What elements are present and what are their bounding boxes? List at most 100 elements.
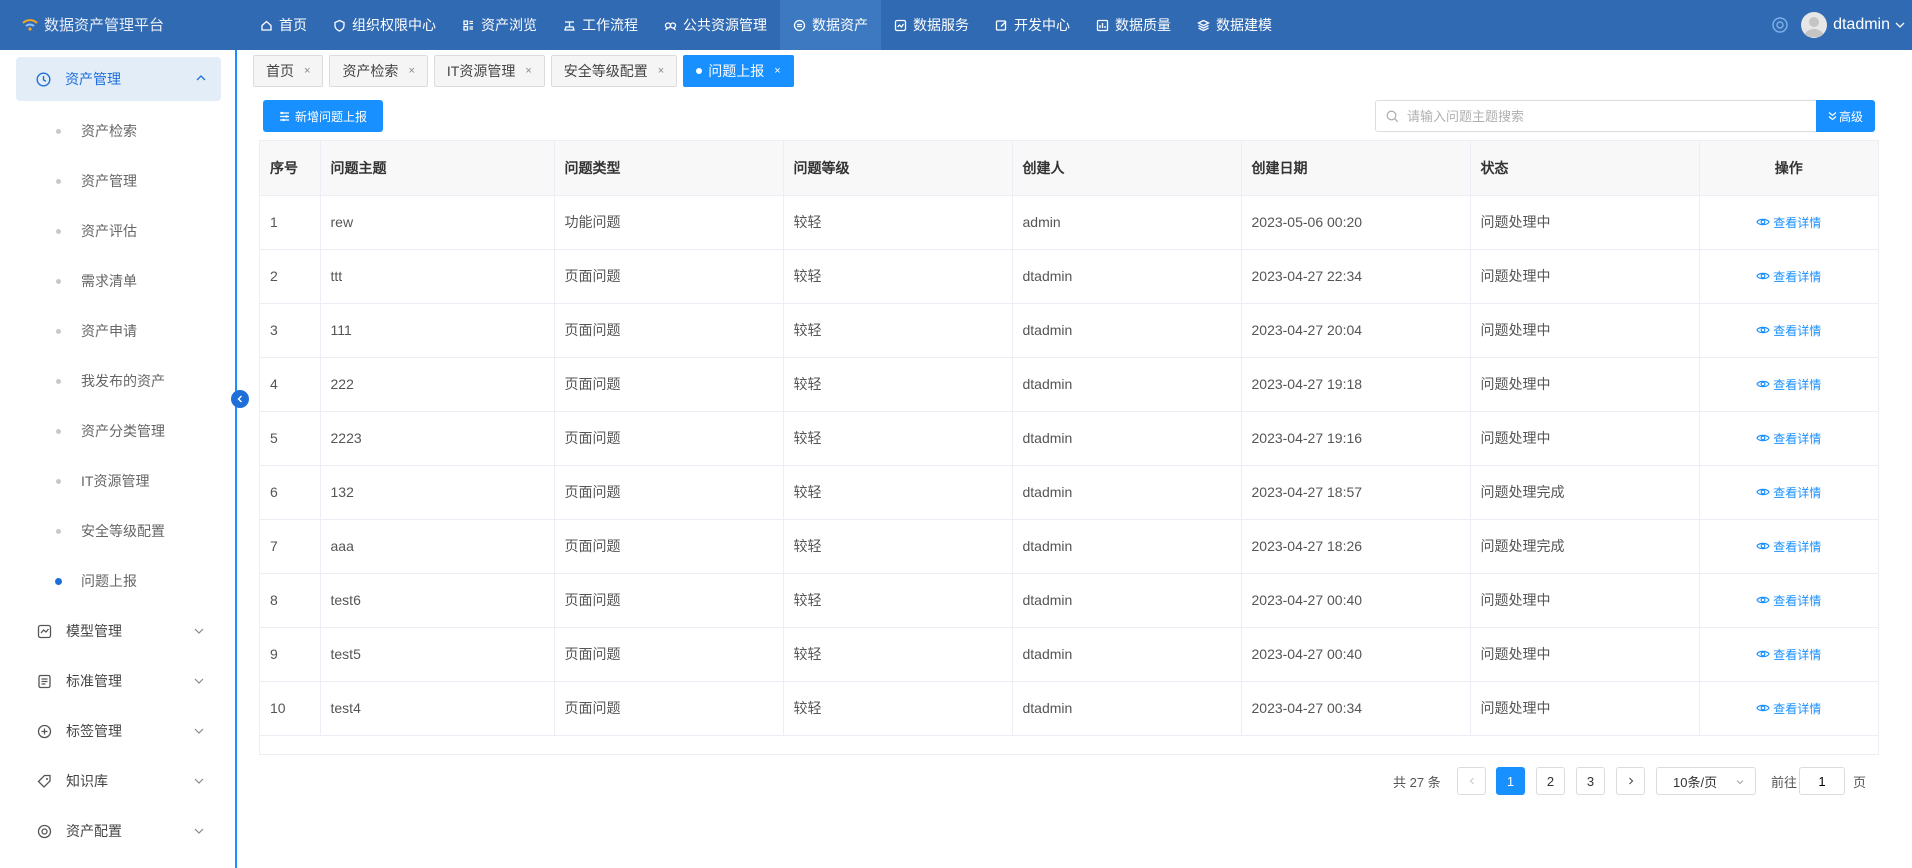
- sidebar-group-0[interactable]: 模型管理: [0, 609, 235, 653]
- page-size-select[interactable]: 10条/页: [1656, 767, 1756, 795]
- eye-icon: [1756, 272, 1770, 280]
- view-details-link[interactable]: 查看详情: [1756, 322, 1821, 339]
- view-details-link[interactable]: 查看详情: [1756, 430, 1821, 447]
- eye-icon: [1756, 488, 1770, 496]
- close-icon[interactable]: ×: [408, 65, 414, 77]
- column-header: 创建日期: [1241, 141, 1471, 196]
- tab-label: 问题上报: [708, 63, 765, 79]
- advanced-search-button[interactable]: 高级: [1816, 100, 1875, 132]
- tab-2[interactable]: IT资源管理 ×: [433, 55, 545, 87]
- table-cell: dtadmin: [1012, 411, 1242, 466]
- sidebar-group-1[interactable]: 标准管理: [0, 659, 235, 703]
- tab-3[interactable]: 安全等级配置 ×: [550, 55, 678, 87]
- view-details-link[interactable]: 查看详情: [1756, 700, 1821, 717]
- sidebar-sub-item-4[interactable]: 资产申请: [0, 309, 235, 353]
- sidebar-collapse-button[interactable]: [231, 390, 249, 408]
- close-icon[interactable]: ×: [525, 65, 531, 77]
- nav-item-1[interactable]: 组织权限中心: [320, 0, 449, 50]
- page-button-1[interactable]: 1: [1496, 767, 1525, 795]
- close-icon[interactable]: ×: [304, 65, 310, 77]
- username[interactable]: dtadmin: [1833, 16, 1890, 34]
- bullet-dot: [56, 378, 61, 384]
- table-cell: dtadmin: [1012, 465, 1242, 520]
- tab-0[interactable]: 首页 ×: [253, 55, 324, 87]
- action-cell: 查看详情: [1699, 249, 1878, 304]
- close-icon[interactable]: ×: [774, 65, 780, 77]
- page-button-2[interactable]: 2: [1536, 767, 1565, 795]
- nav-item-9[interactable]: 数据建模: [1184, 0, 1285, 50]
- table-row: 7 aaa 页面问题 较轻 dtadmin 2023-04-27 18:26 问题处理完成 查…: [260, 519, 1878, 574]
- sidebar-sub-item-9[interactable]: 问题上报: [0, 559, 235, 603]
- nav-item-0[interactable]: 首页: [247, 0, 320, 50]
- search-input[interactable]: [1407, 108, 1807, 124]
- table-cell: 2023-04-27 00:40: [1241, 573, 1471, 628]
- table-cell: 较轻: [783, 681, 1013, 736]
- sidebar-group-label: 知识库: [66, 773, 108, 789]
- sidebar-group-2[interactable]: 标签管理: [0, 709, 235, 753]
- view-details-link[interactable]: 查看详情: [1756, 268, 1821, 285]
- view-details-link[interactable]: 查看详情: [1756, 646, 1821, 663]
- view-details-link[interactable]: 查看详情: [1756, 592, 1821, 609]
- column-header: 创建人: [1012, 141, 1242, 196]
- goto-page-input[interactable]: [1799, 767, 1845, 795]
- issue-table: 序号 问题主题 问题类型 问题等级 创建人 创建日期 状态 操作 1 rew 功能问题 较轻 admi…: [259, 140, 1879, 755]
- eye-icon: [1756, 542, 1770, 550]
- action-cell: 查看详情: [1699, 411, 1878, 466]
- main-nav: 首页 组织权限中心 资产浏览 工作流程 公共资源管理 数据资产 数据服务 开发中心 数据质量 数据…: [247, 0, 1285, 50]
- chevron-down-icon[interactable]: [1894, 19, 1906, 31]
- table-row: 1 rew 功能问题 较轻 admin 2023-05-06 00:20 问题处理中 查看详情: [260, 195, 1878, 250]
- table-row: 4 222 页面问题 较轻 dtadmin 2023-04-27 19:18 问题处理中 查看…: [260, 357, 1878, 412]
- sidebar-sub-item-7[interactable]: IT资源管理: [0, 459, 235, 503]
- nav-item-7[interactable]: 开发中心: [982, 0, 1083, 50]
- prev-page-button[interactable]: [1457, 767, 1486, 795]
- table-cell: 问题处理中: [1470, 627, 1700, 682]
- nav-item-label: 组织权限中心: [352, 17, 436, 33]
- close-icon[interactable]: ×: [658, 65, 664, 77]
- nav-item-4[interactable]: 公共资源管理: [651, 0, 780, 50]
- view-details-link[interactable]: 查看详情: [1756, 376, 1821, 393]
- sidebar-sub-item-8[interactable]: 安全等级配置: [0, 509, 235, 553]
- theme-icon[interactable]: [1771, 16, 1789, 34]
- table-cell: 问题处理中: [1470, 357, 1700, 412]
- sidebar-sub-item-0[interactable]: 资产检索: [0, 109, 235, 153]
- page-button-3[interactable]: 3: [1576, 767, 1605, 795]
- action-cell: 查看详情: [1699, 519, 1878, 574]
- chevron-down-icon: [194, 728, 204, 734]
- nav-item-3[interactable]: 工作流程: [550, 0, 651, 50]
- nav-item-2[interactable]: 资产浏览: [449, 0, 550, 50]
- chart-icon: [1096, 19, 1109, 32]
- bullet-dot: [56, 478, 61, 484]
- view-details-link[interactable]: 查看详情: [1756, 538, 1821, 555]
- tab-1[interactable]: 资产检索 ×: [329, 55, 428, 87]
- action-cell: 查看详情: [1699, 681, 1878, 736]
- tab-4[interactable]: 问题上报 ×: [683, 55, 794, 87]
- view-details-label: 查看详情: [1773, 215, 1822, 230]
- sidebar-group-asset-management[interactable]: 资产管理: [16, 57, 221, 101]
- nav-item-8[interactable]: 数据质量: [1083, 0, 1184, 50]
- table-cell: 问题处理中: [1470, 195, 1700, 250]
- add-issue-button[interactable]: 新增问题上报: [263, 100, 383, 132]
- add-issue-label: 新增问题上报: [294, 109, 367, 124]
- app-logo[interactable]: 数据资产管理平台: [20, 0, 164, 48]
- plus-circle-icon: [37, 724, 52, 739]
- sidebar-group-4[interactable]: 资产配置: [0, 809, 235, 853]
- next-page-button[interactable]: [1616, 767, 1645, 795]
- sidebar-sub-item-5[interactable]: 我发布的资产: [0, 359, 235, 403]
- sidebar-sub-item-3[interactable]: 需求清单: [0, 259, 235, 303]
- sidebar-sub-item-6[interactable]: 资产分类管理: [0, 409, 235, 453]
- nav-item-5[interactable]: 数据资产: [780, 0, 881, 50]
- view-details-link[interactable]: 查看详情: [1756, 484, 1821, 501]
- nav-item-6[interactable]: 数据服务: [881, 0, 982, 50]
- sidebar-sub-item-2[interactable]: 资产评估: [0, 209, 235, 253]
- clock-icon: [36, 71, 51, 87]
- view-details-link[interactable]: 查看详情: [1756, 214, 1821, 231]
- avatar[interactable]: [1801, 12, 1828, 38]
- table-cell: 页面问题: [554, 519, 784, 574]
- sidebar-sub-item-1[interactable]: 资产管理: [0, 159, 235, 203]
- sidebar-group-3[interactable]: 知识库: [0, 759, 235, 803]
- table-cell: 问题处理中: [1470, 303, 1700, 358]
- nav-item-label: 数据质量: [1115, 17, 1171, 33]
- resource-icon: [664, 19, 677, 32]
- table-cell: 较轻: [783, 249, 1013, 304]
- view-details-label: 查看详情: [1773, 377, 1822, 392]
